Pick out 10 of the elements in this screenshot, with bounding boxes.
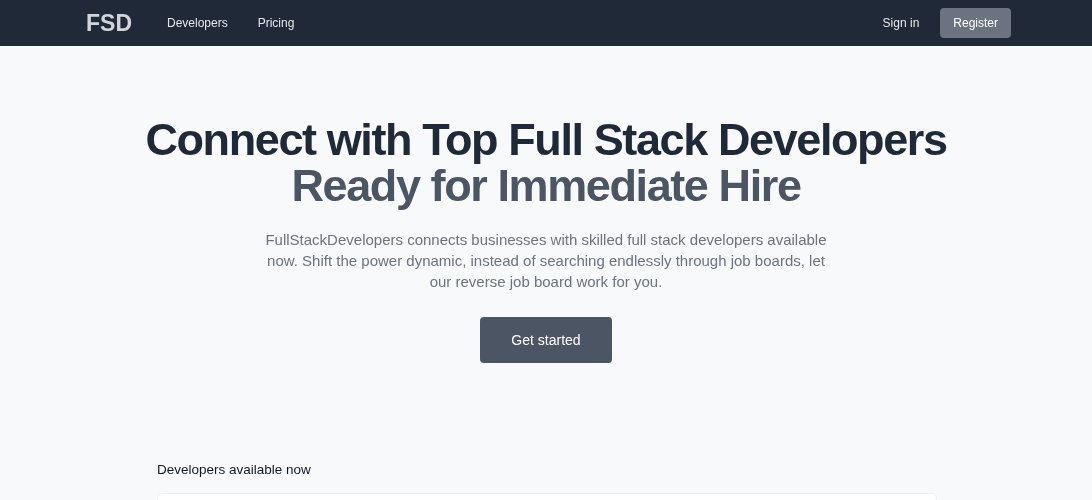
get-started-button[interactable]: Get started (480, 317, 612, 363)
logo[interactable]: FSD (86, 9, 132, 37)
nav-link[interactable]: Developers (167, 16, 228, 30)
section-heading: Developers available now (157, 462, 312, 477)
register-button[interactable]: Register (940, 8, 1011, 38)
sign-in-link[interactable]: Sign in (882, 16, 920, 30)
hero-subtitle: Ready for Immediate Hire (290, 163, 801, 209)
hero-title: Connect with Top Full Stack Developers (145, 117, 947, 163)
nav-link[interactable]: Pricing (257, 16, 295, 30)
hero-description: FullStackDevelopers connects businesses with skilled full stack developers available now. Shift the power dynamic, instead of searching endlessly through job boards, let our reverse job board work for you. (264, 230, 828, 292)
